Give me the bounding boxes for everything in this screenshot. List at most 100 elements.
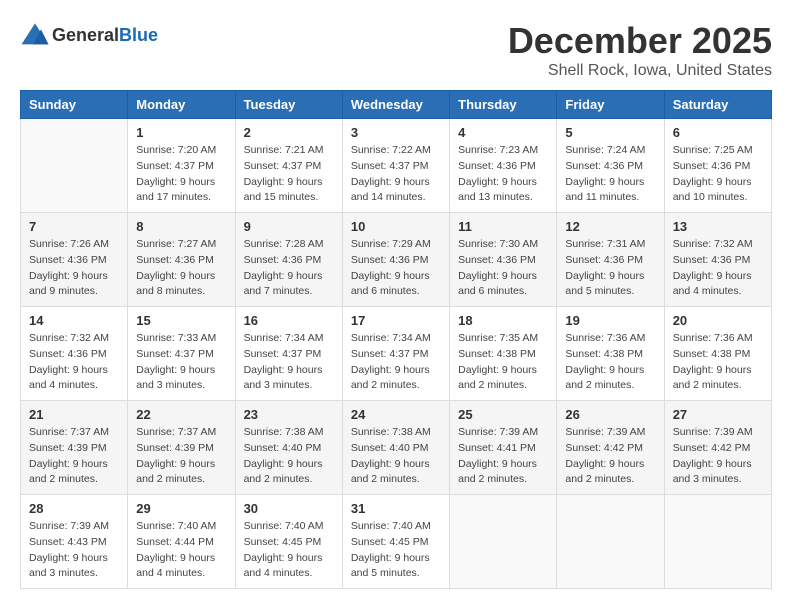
day-cell: 28Sunrise: 7:39 AM Sunset: 4:43 PM Dayli… bbox=[21, 495, 128, 589]
day-cell: 11Sunrise: 7:30 AM Sunset: 4:36 PM Dayli… bbox=[450, 213, 557, 307]
day-info: Sunrise: 7:39 AM Sunset: 4:42 PM Dayligh… bbox=[673, 425, 763, 488]
day-number: 30 bbox=[244, 501, 334, 516]
day-info: Sunrise: 7:34 AM Sunset: 4:37 PM Dayligh… bbox=[351, 331, 441, 394]
day-cell: 15 Sunrise: 7:33 AM Sunset: 4:37 PM Dayli… bbox=[128, 307, 235, 401]
day-info: Sunrise: 7:31 AM Sunset: 4:36 PM Dayligh… bbox=[565, 237, 655, 300]
day-cell: 6Sunrise: 7:25 AM Sunset: 4:36 PM Daylig… bbox=[664, 119, 771, 213]
day-info: Sunrise: 7:39 AM Sunset: 4:42 PM Dayligh… bbox=[565, 425, 655, 488]
day-cell bbox=[21, 119, 128, 213]
day-info: Sunrise: 7:32 AM Sunset: 4:36 PM Dayligh… bbox=[673, 237, 763, 300]
week-row-3: 14 Sunrise: 7:32 AM Sunset: 4:36 PM Dayli… bbox=[21, 307, 772, 401]
day-number: 11 bbox=[458, 219, 548, 234]
calendar-header-row: Sunday Monday Tuesday Wednesday Thursday… bbox=[21, 91, 772, 119]
day-number: 31 bbox=[351, 501, 441, 516]
location-title: Shell Rock, Iowa, United States bbox=[508, 62, 772, 80]
title-section: December 2025 Shell Rock, Iowa, United S… bbox=[508, 20, 772, 80]
day-cell: 5 Sunrise: 7:24 AM Sunset: 4:36 PM Daylig… bbox=[557, 119, 664, 213]
day-cell: 7 Sunrise: 7:26 AM Sunset: 4:36 PM Daylig… bbox=[21, 213, 128, 307]
day-number: 15 bbox=[136, 313, 226, 328]
day-number: 10 bbox=[351, 219, 441, 234]
day-cell: 31 Sunrise: 7:40 AM Sunset: 4:45 PM Dayli… bbox=[342, 495, 449, 589]
day-cell: 27 Sunrise: 7:39 AM Sunset: 4:42 PM Dayli… bbox=[664, 401, 771, 495]
day-number: 20 bbox=[673, 313, 763, 328]
day-cell: 3 Sunrise: 7:22 AM Sunset: 4:37 PM Daylig… bbox=[342, 119, 449, 213]
day-cell bbox=[557, 495, 664, 589]
day-cell: 23 Sunrise: 7:38 AM Sunset: 4:40 PM Dayli… bbox=[235, 401, 342, 495]
day-cell: 16 Sunrise: 7:34 AM Sunset: 4:37 PM Dayli… bbox=[235, 307, 342, 401]
day-cell: 21 Sunrise: 7:37 AM Sunset: 4:39 PM Dayli… bbox=[21, 401, 128, 495]
day-cell: 2Sunrise: 7:21 AM Sunset: 4:37 PM Daylig… bbox=[235, 119, 342, 213]
day-cell: 1Sunrise: 7:20 AM Sunset: 4:37 PM Daylig… bbox=[128, 119, 235, 213]
col-wednesday: Wednesday bbox=[342, 91, 449, 119]
day-number: 29 bbox=[136, 501, 226, 516]
day-info: Sunrise: 7:22 AM Sunset: 4:37 PM Dayligh… bbox=[351, 143, 441, 206]
day-number: 14 bbox=[29, 313, 119, 328]
day-cell: 10 Sunrise: 7:29 AM Sunset: 4:36 PM Dayli… bbox=[342, 213, 449, 307]
col-saturday: Saturday bbox=[664, 91, 771, 119]
col-monday: Monday bbox=[128, 91, 235, 119]
day-cell: 20Sunrise: 7:36 AM Sunset: 4:38 PM Dayli… bbox=[664, 307, 771, 401]
day-info: Sunrise: 7:35 AM Sunset: 4:38 PM Dayligh… bbox=[458, 331, 548, 394]
day-number: 9 bbox=[244, 219, 334, 234]
day-cell: 18 Sunrise: 7:35 AM Sunset: 4:38 PM Dayli… bbox=[450, 307, 557, 401]
day-info: Sunrise: 7:37 AM Sunset: 4:39 PM Dayligh… bbox=[29, 425, 119, 488]
day-number: 7 bbox=[29, 219, 119, 234]
week-row-1: 1Sunrise: 7:20 AM Sunset: 4:37 PM Daylig… bbox=[21, 119, 772, 213]
day-cell bbox=[664, 495, 771, 589]
day-number: 18 bbox=[458, 313, 548, 328]
calendar-table: Sunday Monday Tuesday Wednesday Thursday… bbox=[20, 90, 772, 589]
day-cell: 17 Sunrise: 7:34 AM Sunset: 4:37 PM Dayli… bbox=[342, 307, 449, 401]
page-header: GeneralBlue December 2025 Shell Rock, Io… bbox=[20, 20, 772, 80]
day-number: 27 bbox=[673, 407, 763, 422]
day-info: Sunrise: 7:29 AM Sunset: 4:36 PM Dayligh… bbox=[351, 237, 441, 300]
day-number: 21 bbox=[29, 407, 119, 422]
day-number: 17 bbox=[351, 313, 441, 328]
day-number: 26 bbox=[565, 407, 655, 422]
day-number: 25 bbox=[458, 407, 548, 422]
day-number: 8 bbox=[136, 219, 226, 234]
day-number: 6 bbox=[673, 125, 763, 140]
day-number: 23 bbox=[244, 407, 334, 422]
day-info: Sunrise: 7:23 AM Sunset: 4:36 PM Dayligh… bbox=[458, 143, 548, 206]
day-cell: 25 Sunrise: 7:39 AM Sunset: 4:41 PM Dayli… bbox=[450, 401, 557, 495]
day-info: Sunrise: 7:24 AM Sunset: 4:36 PM Dayligh… bbox=[565, 143, 655, 206]
day-number: 4 bbox=[458, 125, 548, 140]
day-number: 3 bbox=[351, 125, 441, 140]
day-info: Sunrise: 7:28 AM Sunset: 4:36 PM Dayligh… bbox=[244, 237, 334, 300]
day-info: Sunrise: 7:38 AM Sunset: 4:40 PM Dayligh… bbox=[244, 425, 334, 488]
day-info: Sunrise: 7:34 AM Sunset: 4:37 PM Dayligh… bbox=[244, 331, 334, 394]
day-number: 13 bbox=[673, 219, 763, 234]
logo: GeneralBlue bbox=[20, 20, 158, 50]
day-cell: 8 Sunrise: 7:27 AM Sunset: 4:36 PM Daylig… bbox=[128, 213, 235, 307]
col-tuesday: Tuesday bbox=[235, 91, 342, 119]
day-number: 19 bbox=[565, 313, 655, 328]
day-number: 22 bbox=[136, 407, 226, 422]
day-number: 16 bbox=[244, 313, 334, 328]
day-info: Sunrise: 7:37 AM Sunset: 4:39 PM Dayligh… bbox=[136, 425, 226, 488]
day-number: 2 bbox=[244, 125, 334, 140]
day-cell: 22 Sunrise: 7:37 AM Sunset: 4:39 PM Dayli… bbox=[128, 401, 235, 495]
day-number: 5 bbox=[565, 125, 655, 140]
day-info: Sunrise: 7:32 AM Sunset: 4:36 PM Dayligh… bbox=[29, 331, 119, 394]
day-info: Sunrise: 7:27 AM Sunset: 4:36 PM Dayligh… bbox=[136, 237, 226, 300]
day-info: Sunrise: 7:33 AM Sunset: 4:37 PM Dayligh… bbox=[136, 331, 226, 394]
day-info: Sunrise: 7:26 AM Sunset: 4:36 PM Dayligh… bbox=[29, 237, 119, 300]
week-row-2: 7 Sunrise: 7:26 AM Sunset: 4:36 PM Daylig… bbox=[21, 213, 772, 307]
day-cell: 19 Sunrise: 7:36 AM Sunset: 4:38 PM Dayli… bbox=[557, 307, 664, 401]
day-cell: 13 Sunrise: 7:32 AM Sunset: 4:36 PM Dayli… bbox=[664, 213, 771, 307]
day-cell: 9 Sunrise: 7:28 AM Sunset: 4:36 PM Daylig… bbox=[235, 213, 342, 307]
day-info: Sunrise: 7:38 AM Sunset: 4:40 PM Dayligh… bbox=[351, 425, 441, 488]
day-info: Sunrise: 7:20 AM Sunset: 4:37 PM Dayligh… bbox=[136, 143, 226, 206]
logo-text: GeneralBlue bbox=[52, 25, 158, 46]
day-info: Sunrise: 7:40 AM Sunset: 4:45 PM Dayligh… bbox=[351, 519, 441, 582]
logo-icon bbox=[20, 20, 50, 50]
col-sunday: Sunday bbox=[21, 91, 128, 119]
week-row-4: 21 Sunrise: 7:37 AM Sunset: 4:39 PM Dayli… bbox=[21, 401, 772, 495]
day-number: 12 bbox=[565, 219, 655, 234]
day-info: Sunrise: 7:36 AM Sunset: 4:38 PM Dayligh… bbox=[565, 331, 655, 394]
day-cell: 4 Sunrise: 7:23 AM Sunset: 4:36 PM Daylig… bbox=[450, 119, 557, 213]
day-cell: 24Sunrise: 7:38 AM Sunset: 4:40 PM Dayli… bbox=[342, 401, 449, 495]
day-info: Sunrise: 7:39 AM Sunset: 4:41 PM Dayligh… bbox=[458, 425, 548, 488]
day-cell: 29Sunrise: 7:40 AM Sunset: 4:44 PM Dayli… bbox=[128, 495, 235, 589]
col-thursday: Thursday bbox=[450, 91, 557, 119]
